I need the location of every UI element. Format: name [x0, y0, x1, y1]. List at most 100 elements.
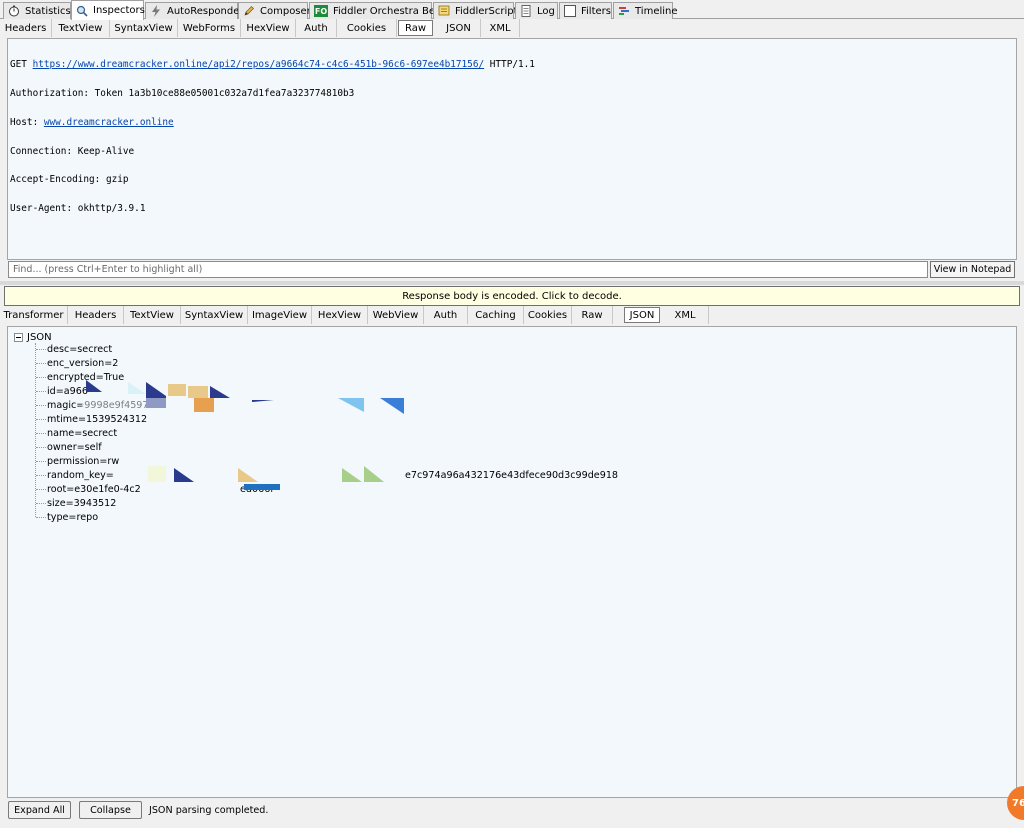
find-input[interactable]: Find... (press Ctrl+Enter to highlight a…: [8, 261, 928, 278]
tab-log[interactable]: Log: [515, 2, 558, 19]
response-tab-syntaxview[interactable]: SyntaxView: [181, 306, 248, 324]
response-tab-hexview[interactable]: HexView: [312, 306, 368, 324]
response-tab-json[interactable]: JSON: [624, 307, 660, 323]
request-tab-webforms[interactable]: WebForms: [178, 19, 241, 37]
panel-splitter[interactable]: [0, 281, 1024, 285]
tab-label: AutoResponder: [167, 5, 244, 17]
tree-node-text: desc=secrect: [47, 343, 113, 355]
tree-node-root[interactable]: root=e30e1fe0-4c2: [36, 482, 141, 496]
host-label: Host:: [10, 116, 44, 128]
tree-node-text: permission=rw: [47, 455, 120, 467]
request-tab-headers[interactable]: Headers: [0, 19, 52, 37]
request-tab-syntaxview[interactable]: SyntaxView: [110, 19, 178, 37]
tab-fiddler-orchestra[interactable]: FO Fiddler Orchestra Beta: [309, 2, 445, 19]
timeline-icon: [619, 7, 629, 15]
tree-node-text: enc_version=2: [47, 357, 119, 369]
collapse-button[interactable]: Collapse: [79, 801, 142, 819]
tab-label: Log: [537, 5, 555, 17]
json-tree-view[interactable]: JSON desc=secrect enc_version=2 encrypte…: [7, 326, 1017, 798]
tab-label: Composer: [260, 5, 311, 17]
request-tab-xml[interactable]: XML: [481, 19, 520, 37]
stopwatch-icon: [9, 5, 19, 17]
collapse-toggle-icon[interactable]: [14, 332, 23, 342]
tab-label: FiddlerScript: [455, 5, 518, 17]
response-encoded-notice[interactable]: Response body is encoded. Click to decod…: [4, 286, 1020, 306]
request-method: GET: [10, 59, 33, 71]
tab-label: Inspectors: [93, 5, 145, 16]
response-tab-transformer[interactable]: Transformer: [0, 306, 68, 324]
request-tab-auth[interactable]: Auth: [296, 19, 337, 37]
view-in-notepad-button[interactable]: View in Notepad: [930, 261, 1015, 278]
fo-badge-text: FO: [314, 6, 328, 16]
response-tab-auth[interactable]: Auth: [424, 306, 468, 324]
redaction-mosaic-bottom: [148, 466, 384, 490]
magnifier-icon: [76, 5, 88, 17]
tree-node-text: type=repo: [47, 511, 99, 523]
host-link[interactable]: www.dreamcracker.online: [44, 117, 174, 128]
script-icon: [438, 5, 450, 16]
request-tab-bar: Headers TextView SyntaxView WebForms Hex…: [0, 19, 1024, 37]
response-tab-raw[interactable]: Raw: [572, 306, 613, 324]
tab-label: Statistics: [25, 5, 71, 17]
response-tab-caching[interactable]: Caching: [468, 306, 524, 324]
request-tab-json[interactable]: JSON: [437, 19, 481, 37]
tree-node-text: root=e30e1fe0-4c2: [47, 483, 141, 495]
request-raw-view[interactable]: GET https://www.dreamcracker.online/api2…: [7, 38, 1017, 260]
response-tab-cookies[interactable]: Cookies: [524, 306, 572, 324]
tree-node-text: name=secrect: [47, 427, 118, 439]
request-line: GET https://www.dreamcracker.online/api2…: [10, 60, 1014, 70]
tab-statistics[interactable]: Statistics: [3, 2, 71, 19]
response-tab-bar: Transformer Headers TextView SyntaxView …: [0, 306, 1024, 324]
pencil-icon: [244, 6, 254, 16]
tab-label: Fiddler Orchestra Beta: [333, 5, 446, 17]
response-tab-imageview[interactable]: ImageView: [248, 306, 312, 324]
tree-node-enc-version[interactable]: enc_version=2: [36, 356, 118, 370]
checkbox-icon: [564, 5, 576, 17]
tab-label: Timeline: [635, 5, 678, 17]
expand-all-button[interactable]: Expand All: [8, 801, 71, 819]
request-tab-hexview[interactable]: HexView: [241, 19, 296, 37]
header-host: Host: www.dreamcracker.online: [10, 116, 1014, 128]
tree-node-desc[interactable]: desc=secrect: [36, 342, 112, 356]
main-tab-bar: Statistics Inspectors AutoResponder Comp…: [0, 0, 1024, 20]
response-tab-webview[interactable]: WebView: [368, 306, 424, 324]
random-key-tail: e7c974a96a432176e43dfece90d3c99de918: [405, 469, 619, 481]
tree-node-type[interactable]: type=repo: [36, 510, 98, 524]
header-user-agent: User-Agent: okhttp/3.9.1: [10, 203, 146, 215]
request-url-link[interactable]: https://www.dreamcracker.online/api2/rep…: [33, 59, 485, 70]
tree-node-text: owner=self: [47, 441, 102, 453]
lightning-icon: [152, 5, 160, 17]
header-accept-encoding: Accept-Encoding: gzip: [10, 174, 129, 186]
tab-inspectors[interactable]: Inspectors: [71, 0, 145, 20]
tab-composer[interactable]: Composer: [238, 2, 311, 19]
response-tab-textview[interactable]: TextView: [124, 306, 181, 324]
request-protocol: HTTP/1.1: [484, 59, 535, 71]
tab-timeline[interactable]: Timeline: [613, 2, 678, 19]
request-tab-raw[interactable]: Raw: [398, 20, 433, 36]
response-tab-headers[interactable]: Headers: [68, 306, 124, 324]
tree-node-permission[interactable]: permission=rw: [36, 454, 119, 468]
status-text: JSON parsing completed.: [149, 804, 269, 816]
tree-node-size[interactable]: size=3943512: [36, 496, 116, 510]
request-tab-cookies[interactable]: Cookies: [337, 19, 397, 37]
redaction-mosaic-top: [82, 380, 404, 414]
tree-node-id[interactable]: id=a966: [36, 384, 88, 398]
tab-filters[interactable]: Filters: [559, 2, 612, 19]
badge-count: 76: [1012, 797, 1024, 809]
tree-node-mtime[interactable]: mtime=1539524312: [36, 412, 147, 426]
fo-badge-icon: FO: [314, 5, 328, 17]
tab-autoresponder[interactable]: AutoResponder: [145, 2, 244, 19]
document-icon: [521, 5, 531, 17]
request-tab-textview[interactable]: TextView: [52, 19, 110, 37]
tab-label: Filters: [581, 5, 611, 17]
tree-node-text: size=3943512: [47, 497, 117, 509]
tree-node-random-key[interactable]: random_key=: [36, 468, 114, 482]
tree-node-name[interactable]: name=secrect: [36, 426, 117, 440]
header-authorization: Authorization: Token 1a3b10ce88e05001c03…: [10, 87, 355, 99]
tab-fiddlerscript[interactable]: FiddlerScript: [433, 2, 518, 19]
tree-node-text: random_key=: [47, 469, 114, 481]
header-connection: Connection: Keep-Alive: [10, 145, 135, 157]
tree-node-owner[interactable]: owner=self: [36, 440, 102, 454]
response-tab-xml[interactable]: XML: [662, 306, 709, 324]
tree-root-label: JSON: [27, 331, 52, 343]
